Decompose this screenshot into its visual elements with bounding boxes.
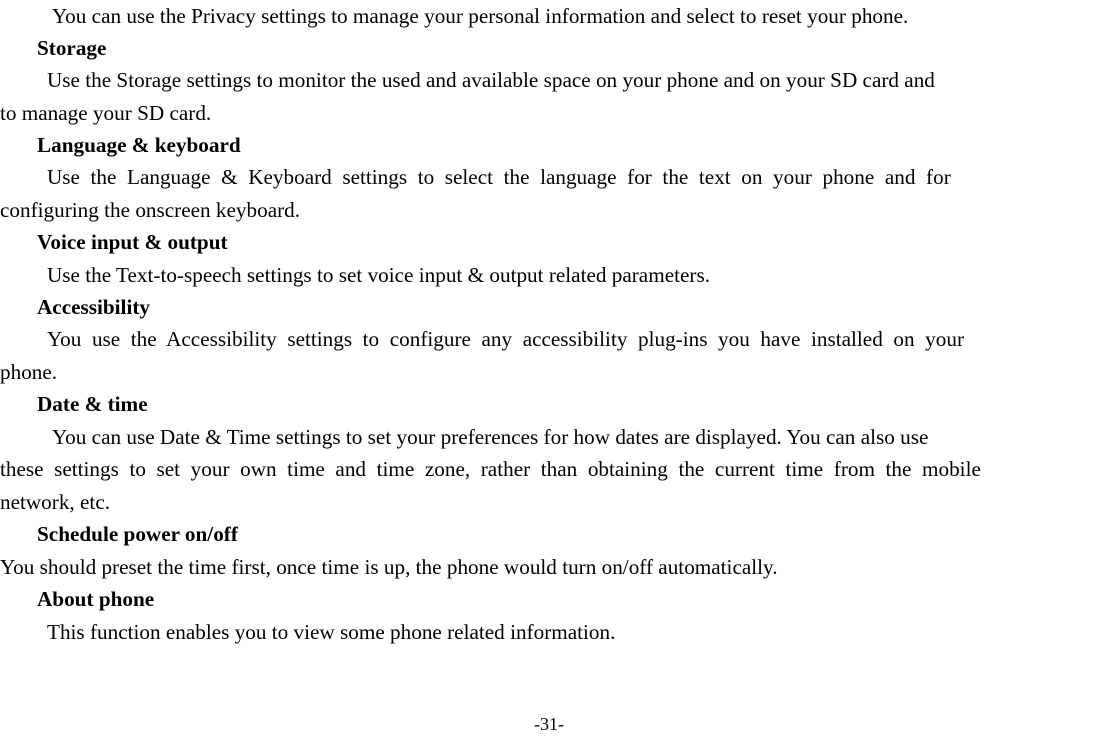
paragraph-line-about-1: This function enables you to view some p… (47, 620, 616, 644)
section-heading-date-time: Date & time (37, 392, 148, 416)
paragraph-line-language-2: configuring the onscreen keyboard. (0, 198, 301, 222)
section-heading-voice-input-output: Voice input & output (37, 230, 228, 254)
paragraph-line-voice-1: Use the Text-to-speech settings to set v… (47, 263, 710, 287)
paragraph-line-storage-2: to manage your SD card. (0, 101, 212, 125)
section-heading-language-keyboard: Language & keyboard (37, 133, 241, 157)
paragraph-line-datetime-1: You can use Date & Time settings to set … (52, 425, 929, 449)
paragraph-line-language-1: Use the Language & Keyboard settings to … (47, 165, 951, 189)
section-heading-about-phone: About phone (37, 587, 155, 611)
section-heading-accessibility: Accessibility (37, 295, 150, 319)
paragraph-line-datetime-3: network, etc. (0, 490, 111, 514)
page-number-footer: -31- (534, 714, 564, 734)
section-heading-schedule-power: Schedule power on/off (37, 522, 238, 546)
paragraph-line-accessibility-2: phone. (0, 360, 58, 384)
paragraph-line-accessibility-1: You use the Accessibility settings to co… (47, 327, 965, 351)
paragraph-line-storage-1: Use the Storage settings to monitor the … (47, 68, 935, 92)
section-heading-storage: Storage (37, 36, 107, 60)
manual-page: You can use the Privacy settings to mana… (0, 0, 1098, 735)
paragraph-line-schedule-1: You should preset the time first, once t… (0, 555, 778, 579)
paragraph-line-privacy: You can use the Privacy settings to mana… (52, 4, 909, 28)
paragraph-line-datetime-2: these settings to set your own time and … (0, 457, 981, 481)
